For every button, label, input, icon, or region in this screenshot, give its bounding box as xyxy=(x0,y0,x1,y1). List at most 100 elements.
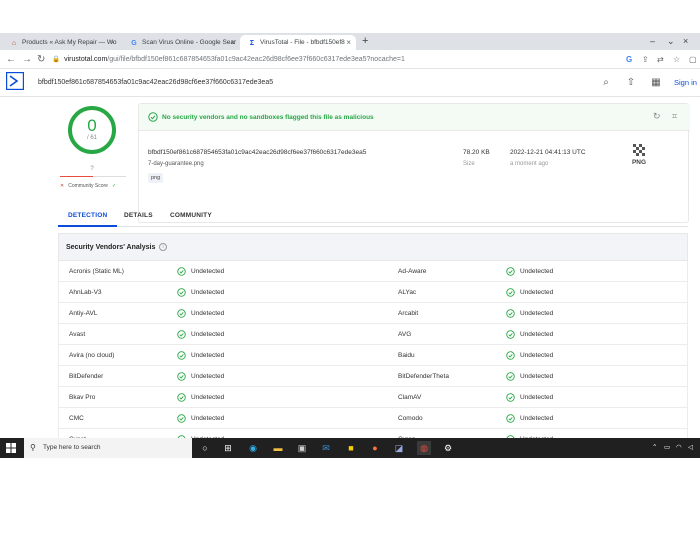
table-row: Antiy-AVL Undetected Arcabit Undetected xyxy=(58,303,688,324)
table-row: Avira (no cloud) Undetected Baidu Undetecte… xyxy=(58,345,688,366)
virustotal-logo-icon[interactable] xyxy=(6,72,24,90)
share-icon[interactable]: ⇪ xyxy=(642,52,649,67)
community-score-label: Community Score xyxy=(68,183,108,189)
search-input[interactable]: bfbdf150ef861c687854653fa01c9ac42eac26d9… xyxy=(38,69,538,97)
thumbs-up-icon[interactable]: ✓ xyxy=(112,183,116,189)
browser-tab-google[interactable]: G Scan Virus Online - Google Sear × xyxy=(122,35,240,50)
vendors-section-header: Security Vendors' Analysis i xyxy=(58,233,688,261)
vendor-name: ClamAV xyxy=(398,394,422,401)
tab-detection[interactable]: DETECTION xyxy=(58,205,118,227)
report-tabs: DETECTION DETAILS COMMUNITY xyxy=(58,205,688,227)
chrome-icon[interactable]: ◍ xyxy=(417,441,431,455)
vendor-name: Antiy-AVL xyxy=(69,310,98,317)
similar-icon[interactable]: ⌗ xyxy=(672,111,677,122)
tab-details[interactable]: DETAILS xyxy=(124,205,153,227)
check-circle-icon xyxy=(177,351,186,360)
check-circle-icon xyxy=(177,330,186,339)
close-icon[interactable]: × xyxy=(346,35,351,50)
vendor-result: Undetected xyxy=(520,331,554,338)
check-circle-icon xyxy=(177,267,186,276)
address-bar-row: ← → ↻ 🔒 virustotal.com/gui/file/bfbdf150e… xyxy=(0,50,700,69)
file-hash[interactable]: bfbdf150ef861c687854653fa01c9ac42eac26d9… xyxy=(148,149,366,156)
lock-icon: 🔒 xyxy=(52,56,61,63)
table-row: CMC Undetected Comodo Undetected xyxy=(58,408,688,429)
check-circle-icon xyxy=(177,288,186,297)
vendor-result: Undetected xyxy=(191,268,225,275)
vendor-result: Undetected xyxy=(191,415,225,422)
browser-tab-products[interactable]: ⌂ Products « Ask My Repair — Wo × xyxy=(2,35,120,50)
file-tag[interactable]: png xyxy=(148,173,164,183)
store-icon[interactable]: ▣ xyxy=(295,441,309,455)
widgets-icon[interactable]: ⊞ xyxy=(221,441,235,455)
search-icon[interactable]: ⌕ xyxy=(599,76,613,90)
file-date-relative: a moment ago xyxy=(510,161,549,167)
file-date: 2022-12-21 04:41:13 UTC xyxy=(510,149,586,156)
minimize-icon[interactable]: – xyxy=(650,34,655,49)
taskbar-search[interactable]: ⚲ Type here to search xyxy=(24,438,192,458)
virustotal-header: bfbdf150ef861c687854653fa01c9ac42eac26d9… xyxy=(0,69,700,97)
vendor-name: BitDefender xyxy=(69,373,104,380)
wifi-icon[interactable]: ◠ xyxy=(676,438,682,458)
vendor-result: Undetected xyxy=(191,289,225,296)
search-icon: ⚲ xyxy=(30,443,36,452)
table-row: Acronis (Static ML) Undetected Ad-Aware Und… xyxy=(58,261,688,282)
edge-icon[interactable]: ◉ xyxy=(246,441,260,455)
profile-icon[interactable]: ▢ xyxy=(689,52,697,67)
sign-in-link[interactable]: Sign in xyxy=(674,69,697,97)
battery-icon[interactable]: ▭ xyxy=(664,438,670,458)
vendor-result: Undetected xyxy=(520,289,554,296)
check-circle-icon xyxy=(506,393,515,402)
forward-icon[interactable]: → xyxy=(22,52,32,67)
url-host: virustotal.com xyxy=(64,56,108,63)
close-icon[interactable]: × xyxy=(110,35,115,50)
table-row: Bkav Pro Undetected ClamAV Undetected xyxy=(58,387,688,408)
check-circle-icon xyxy=(148,112,158,122)
mail-icon[interactable]: ✉ xyxy=(319,441,333,455)
tab-title: Scan Virus Online - Google Sear xyxy=(142,39,237,46)
google-lens-icon[interactable]: G xyxy=(626,52,632,67)
apps-grid-icon[interactable]: ▦ xyxy=(649,76,663,90)
close-icon[interactable]: × xyxy=(230,35,235,50)
info-icon[interactable]: i xyxy=(159,243,167,251)
vendor-name: Avast xyxy=(69,331,86,338)
vendor-name: AVG xyxy=(398,331,412,338)
vendor-name: ALYac xyxy=(398,289,417,296)
chevron-down-icon[interactable]: ⌄ xyxy=(667,34,675,49)
reanalyze-icon[interactable]: ↻ xyxy=(653,111,661,122)
bookmark-star-icon[interactable]: ☆ xyxy=(673,52,680,67)
firefox-icon[interactable]: ● xyxy=(368,441,382,455)
file-size: 78.20 KB xyxy=(463,149,490,156)
thumbs-down-icon[interactable]: ✕ xyxy=(60,183,64,189)
close-window-icon[interactable]: × xyxy=(683,34,688,49)
sticky-notes-icon[interactable]: ■ xyxy=(344,441,358,455)
file-type-label: PNG xyxy=(631,159,647,166)
tab-community[interactable]: COMMUNITY xyxy=(170,205,212,227)
verdict-message: No security vendors and no sandboxes fla… xyxy=(162,114,374,121)
settings-icon[interactable]: ⚙ xyxy=(441,441,455,455)
vendor-name: Bkav Pro xyxy=(69,394,96,401)
check-circle-icon xyxy=(506,267,515,276)
browser-tab-virustotal[interactable]: Σ VirusTotal - File - bfbdf150ef8 × xyxy=(240,35,356,50)
file-size-label: Size xyxy=(463,161,475,167)
url-field[interactable]: 🔒 virustotal.com/gui/file/bfbdf150ef861c6… xyxy=(52,52,612,67)
upload-icon[interactable]: ⇧ xyxy=(624,76,638,90)
reload-icon[interactable]: ↻ xyxy=(37,52,45,67)
table-row: Avast Undetected AVG Undetected xyxy=(58,324,688,345)
tray-chevron-icon[interactable]: ⌃ xyxy=(652,438,657,458)
file-explorer-icon[interactable]: ▬ xyxy=(271,441,285,455)
taskbar-search-placeholder: Type here to search xyxy=(43,444,101,451)
app-icon[interactable]: ◪ xyxy=(392,441,406,455)
table-row: AhnLab-V3 Undetected ALYac Undetected xyxy=(58,282,688,303)
vendor-name: BitDefenderTheta xyxy=(398,373,449,380)
check-circle-icon xyxy=(177,372,186,381)
vendor-result: Undetected xyxy=(520,373,554,380)
windows-start-icon[interactable] xyxy=(6,443,16,453)
vendor-result: Undetected xyxy=(191,394,225,401)
volume-icon[interactable]: ◁ xyxy=(688,438,693,458)
back-icon[interactable]: ← xyxy=(6,52,16,67)
extension-icon[interactable]: ⇄ xyxy=(657,52,664,67)
task-view-icon[interactable]: ○ xyxy=(198,441,212,455)
new-tab-button[interactable]: + xyxy=(362,34,368,49)
check-circle-icon xyxy=(506,288,515,297)
check-circle-icon xyxy=(506,351,515,360)
